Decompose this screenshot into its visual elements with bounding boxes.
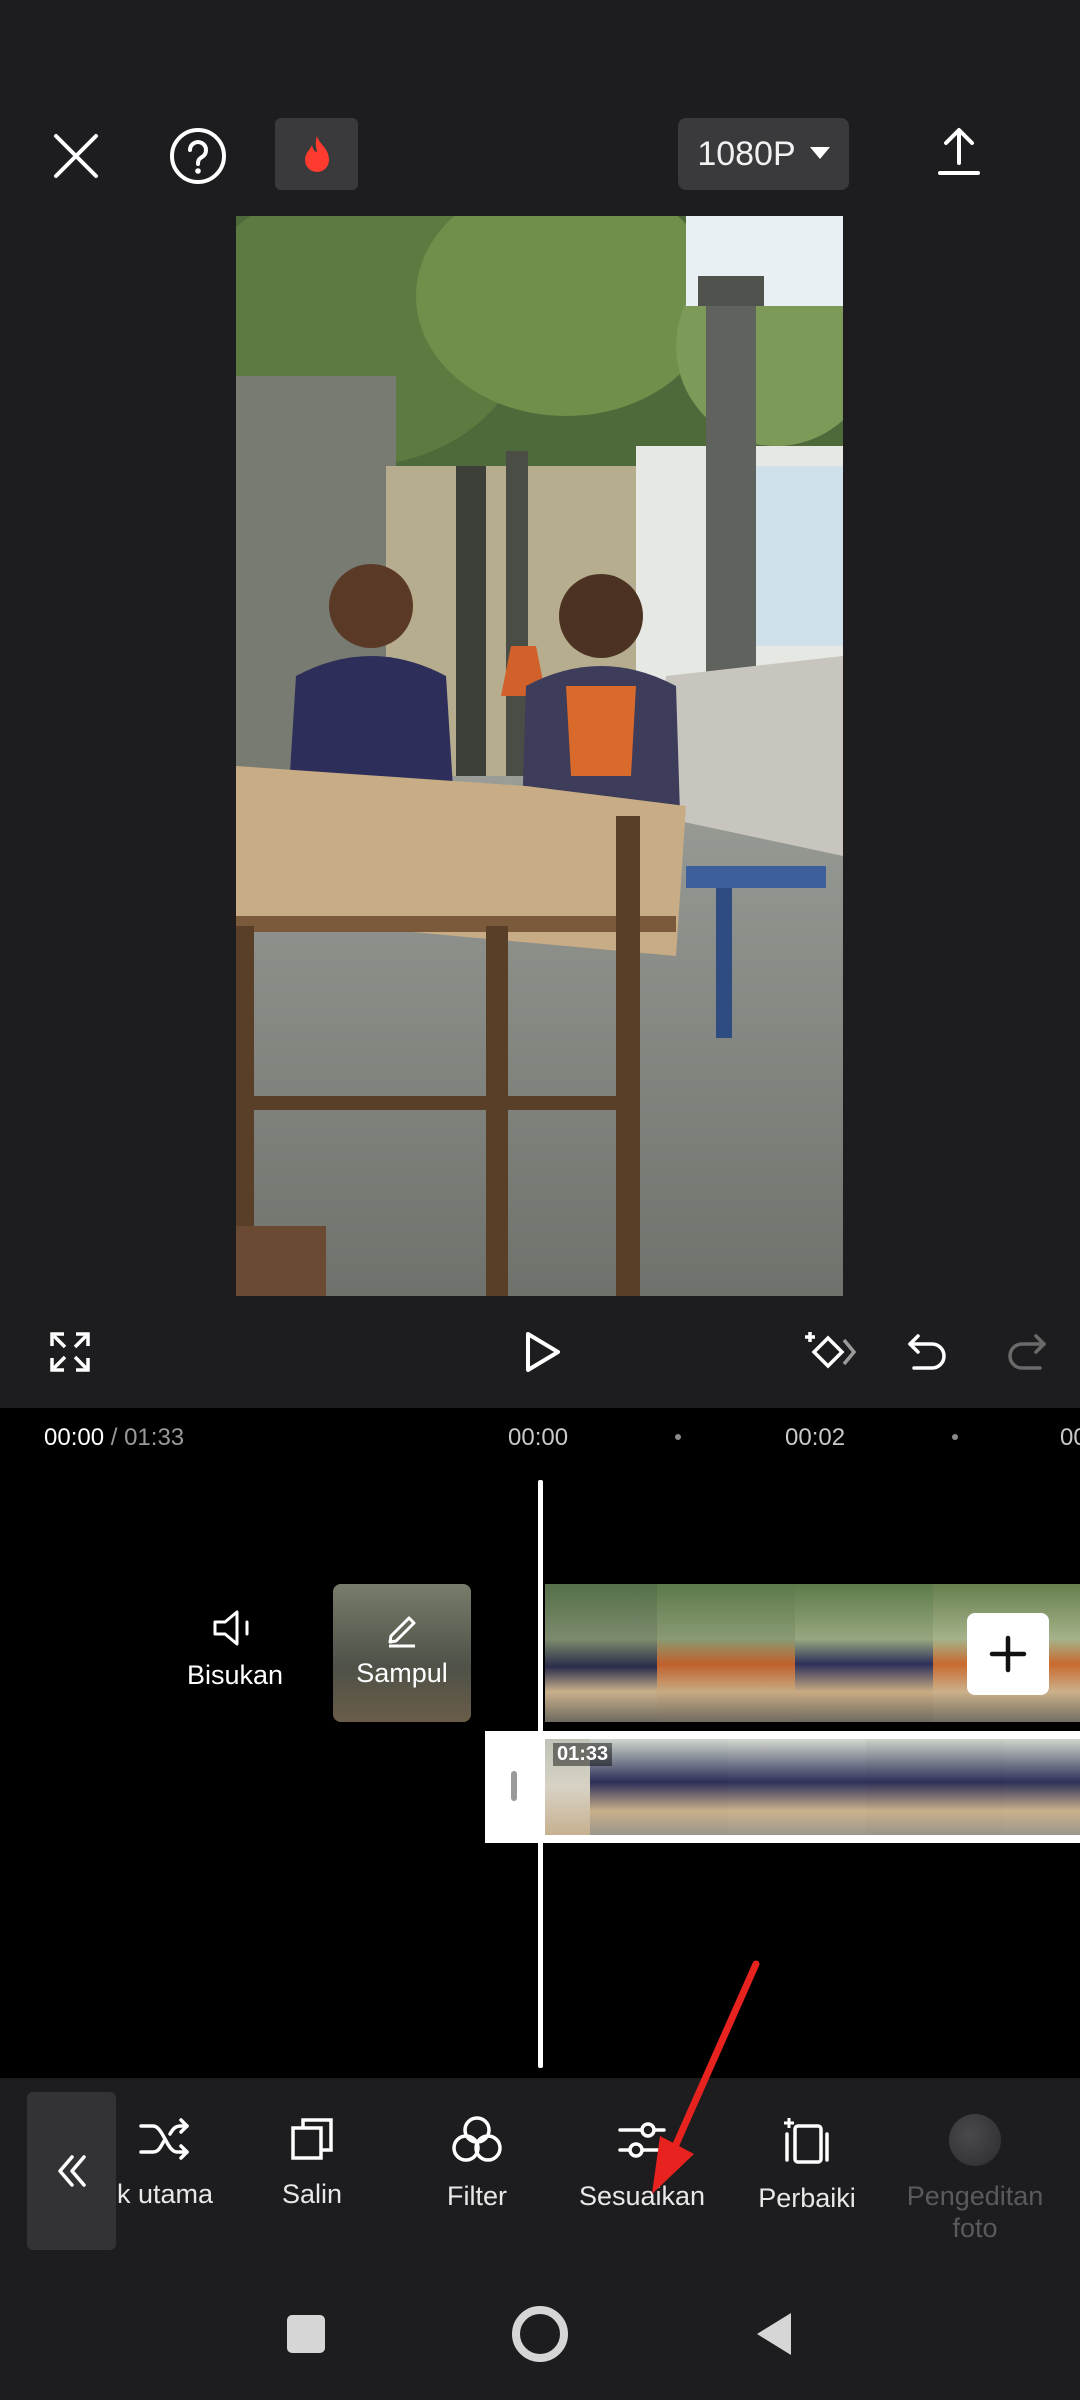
home-button[interactable] [502,2296,578,2372]
plus-icon [989,1635,1027,1673]
cover-label: Sampul [356,1658,448,1688]
video-thumbnail [795,1584,933,1722]
resolution-dropdown[interactable]: 1080P [678,118,849,190]
total-time: 01:33 [124,1424,185,1451]
tool-photo-edit[interactable]: Pengeditan foto [900,2114,1050,2244]
ruler-label: 00:00 [508,1424,569,1451]
tool-label: Pengeditan foto [906,2181,1044,2243]
circle-icon [512,2306,568,2362]
nav-back-button[interactable] [738,2298,810,2370]
video-preview[interactable] [236,216,843,1296]
tool-label: Salin [281,2179,343,2209]
clip-thumbnail [866,1739,1004,1835]
enhance-icon [784,2118,829,2164]
edit-toolbar: k utama Salin Filter Sesuaikan Perbaiki … [0,1960,1080,2268]
current-time: 00:00 [44,1424,105,1451]
time-counter: 00:00 / 01:33 [44,1424,184,1452]
redo-button[interactable] [995,1320,1059,1384]
tool-filter[interactable]: Filter [402,2114,552,2212]
annotation-arrow [652,1960,760,2194]
ruler-label: 00:0 [1060,1424,1080,1451]
upload-icon [938,128,980,175]
undo-button[interactable] [895,1320,959,1384]
flame-icon [304,136,329,172]
tool-copy[interactable]: Salin [237,2114,387,2210]
playhead[interactable] [538,1480,543,2068]
clip-thumbnail [728,1739,866,1835]
copy-icon [291,2118,333,2160]
timeline-panel[interactable]: 00:00 / 01:33 00:00 00:02 00:0 Bisukan S… [0,1408,1080,2078]
fullscreen-button[interactable] [40,1320,100,1384]
keyframe-icon [805,1332,857,1369]
ruler-dot [675,1434,681,1440]
time-separator: / [104,1424,125,1451]
double-chevron-left-icon [57,2155,86,2187]
mute-label: Bisukan [186,1660,284,1690]
edit-pencil-icon [388,1616,416,1648]
shuffle-icon [139,2118,189,2160]
cover-button[interactable]: Sampul [333,1584,471,1722]
keyframe-button[interactable] [800,1320,864,1384]
video-frame-image [236,216,843,1296]
ruler-label: 00:02 [785,1424,846,1451]
recents-button[interactable] [270,2298,342,2370]
close-button[interactable] [40,120,112,192]
tool-label: k utama [116,2179,214,2209]
export-button[interactable] [925,115,993,187]
mute-button[interactable]: Bisukan [175,1608,295,1708]
speaker-icon [213,1610,249,1646]
video-thumbnail [545,1584,657,1722]
clip-trim-handle-left[interactable] [485,1731,545,1843]
resolution-label: 1080P [697,134,796,173]
video-thumbnail [657,1584,795,1722]
caret-down-icon [809,147,830,159]
ruler-dot [952,1434,958,1440]
photo-edit-icon [949,2114,1001,2166]
close-icon [54,134,98,178]
help-icon [170,128,226,184]
tool-label: Perbaiki [758,2183,856,2213]
play-icon [526,1332,560,1372]
tool-label: Filter [447,2181,507,2211]
selected-clip[interactable]: 01:33 [485,1731,1080,1843]
add-clip-button[interactable] [967,1613,1049,1695]
clip-thumbnail [1004,1739,1080,1835]
undo-icon [908,1334,946,1370]
tool-main-track[interactable]: k utama [90,2114,240,2210]
square-icon [287,2315,325,2353]
help-button[interactable] [160,118,236,194]
triangle-back-icon [757,2313,791,2355]
clip-duration: 01:33 [553,1743,613,1766]
system-navbar [0,2268,1080,2400]
play-button[interactable] [510,1320,574,1384]
redo-icon [1008,1334,1046,1370]
fullscreen-icon [50,1332,90,1372]
hot-button[interactable] [275,118,358,190]
filter-icon [452,2116,502,2162]
